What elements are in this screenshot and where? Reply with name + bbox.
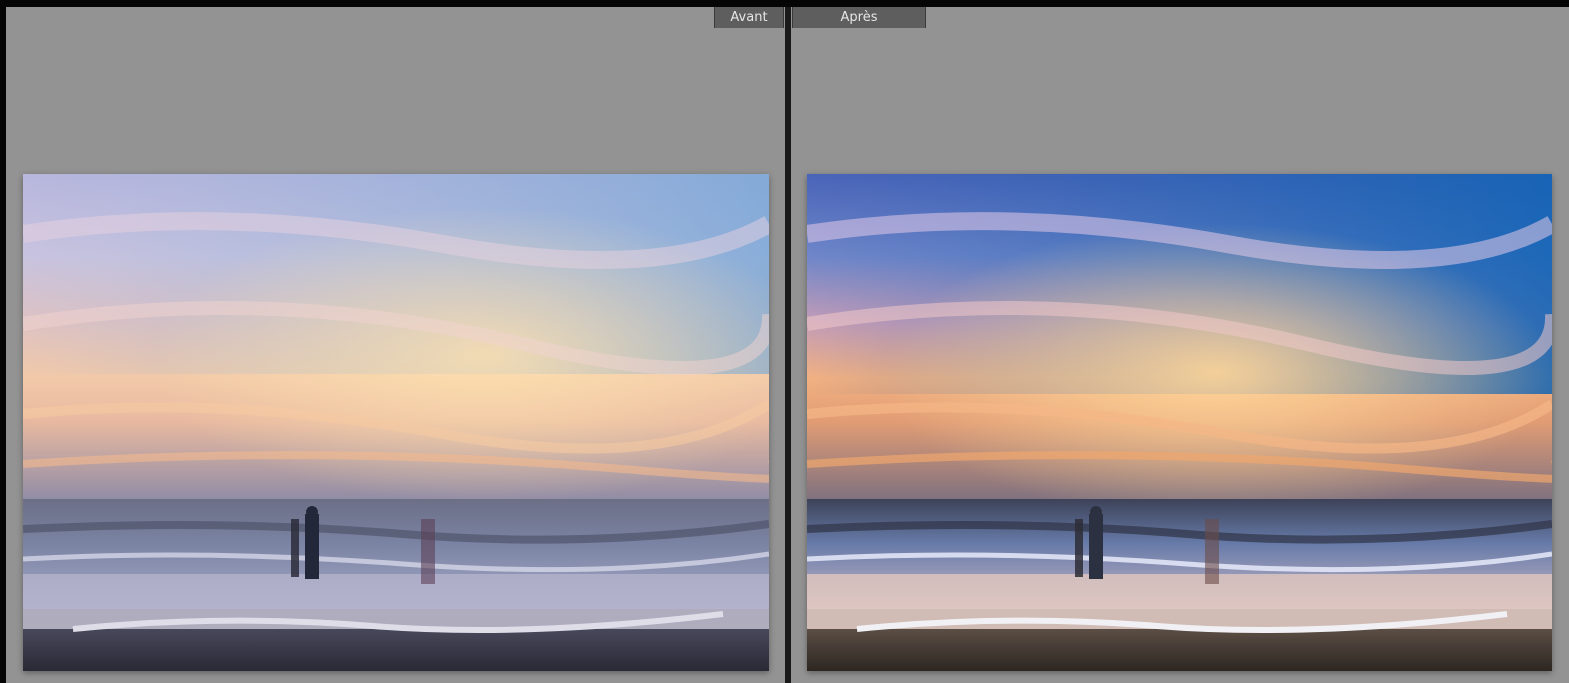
after-pane[interactable]: Après xyxy=(791,7,1569,683)
before-photo[interactable] xyxy=(23,174,769,671)
before-pane[interactable]: Avant xyxy=(6,7,785,683)
after-photo[interactable] xyxy=(807,174,1552,671)
compare-view: Avant Après xyxy=(0,0,1569,683)
after-label: Après xyxy=(792,7,926,28)
beach-sunset-photo-after xyxy=(807,174,1552,671)
beach-sunset-photo-before xyxy=(23,174,769,671)
before-label: Avant xyxy=(714,7,784,28)
